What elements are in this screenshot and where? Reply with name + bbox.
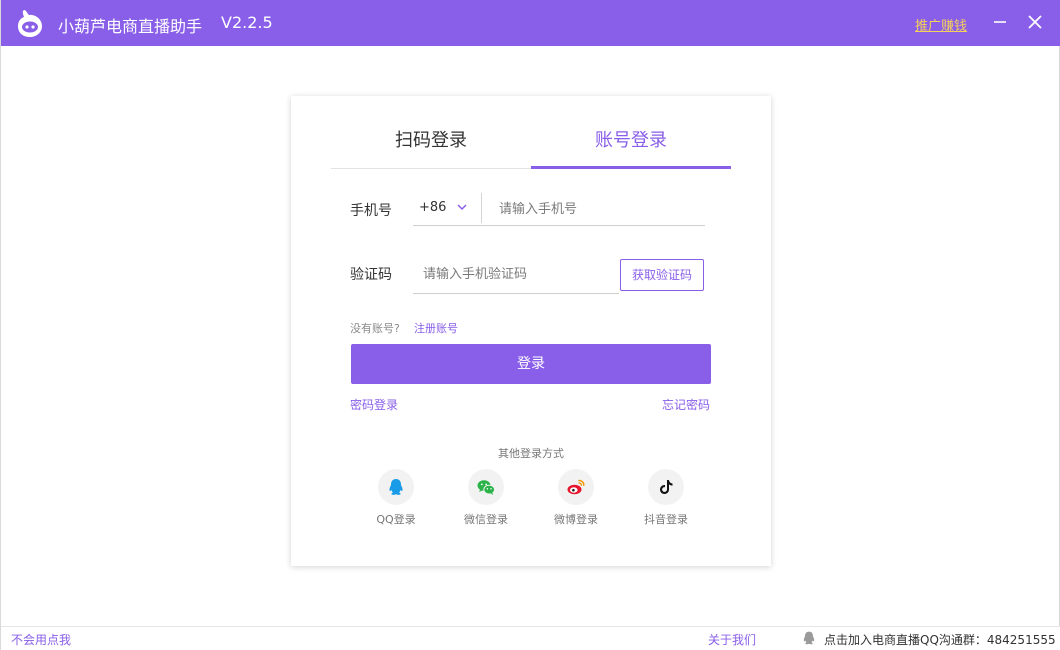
weibo-icon [567,479,585,495]
promo-link[interactable]: 推广赚钱 [915,15,967,34]
active-tab-indicator [531,166,731,169]
about-us-link[interactable]: 关于我们 [708,631,756,648]
password-login-link[interactable]: 密码登录 [350,396,398,413]
login-button[interactable]: 登录 [351,344,711,384]
douyin-icon [660,480,673,494]
qq-group-link[interactable]: 点击加入电商直播QQ沟通群：484251555 [824,631,1056,648]
other-login-title: 其他登录方式 [498,447,564,460]
get-code-button[interactable]: 获取验证码 [620,259,704,291]
qq-login-label: QQ登录 [376,513,416,526]
douyin-login-button[interactable]: 抖音登录 [631,469,701,529]
forgot-password-link[interactable]: 忘记密码 [662,396,710,413]
minimize-icon [994,21,1006,23]
login-card: 扫码登录 账号登录 手机号 +86 验证码 获取验证码 没有账号? 注册账号 登… [291,96,771,566]
phone-divider [481,193,482,223]
close-icon [1028,15,1042,29]
no-account-text: 没有账号? [350,322,400,335]
douyin-login-circle [648,469,684,505]
wechat-login-button[interactable]: 微信登录 [451,469,521,529]
qq-icon [389,479,403,495]
help-link[interactable]: 不会用点我 [11,631,71,648]
phone-field: +86 [413,193,705,226]
code-label: 验证码 [350,267,392,283]
country-code-select[interactable]: +86 [413,193,481,223]
wechat-icon [477,480,496,495]
qq-login-circle [378,469,414,505]
douyin-login-label: 抖音登录 [644,513,688,526]
verification-code-input[interactable] [423,262,613,286]
register-link[interactable]: 注册账号 [414,320,458,336]
phone-label: 手机号 [350,203,392,219]
phone-input[interactable] [499,197,699,221]
app-title: 小葫芦电商直播助手 [58,17,203,36]
qq-login-button[interactable]: QQ登录 [361,469,431,529]
weibo-login-circle [558,469,594,505]
wechat-login-label: 微信登录 [464,513,508,526]
close-button[interactable] [1024,11,1046,33]
gourd-logo-icon [18,10,42,37]
qq-group-icon [803,631,815,645]
title-bar: 小葫芦电商直播助手 V2.2.5 推广赚钱 [1,0,1060,46]
app-window: 小葫芦电商直播助手 V2.2.5 推广赚钱 扫码登录 账号登录 手机号 +86 … [0,0,1060,650]
minimize-button[interactable] [989,11,1011,33]
login-tabs: 扫码登录 账号登录 [331,122,731,169]
wechat-login-circle [468,469,504,505]
code-field [413,258,619,294]
weibo-login-button[interactable]: 微博登录 [541,469,611,529]
status-bar: 不会用点我 关于我们 点击加入电商直播QQ沟通群：484251555 [1,626,1060,650]
tab-account-login[interactable]: 账号登录 [531,122,731,168]
chevron-down-icon [457,204,467,211]
tab-qr-login[interactable]: 扫码登录 [331,122,531,168]
country-code-value: +86 [419,200,447,215]
weibo-login-label: 微博登录 [554,513,598,526]
app-version: V2.2.5 [221,13,273,32]
